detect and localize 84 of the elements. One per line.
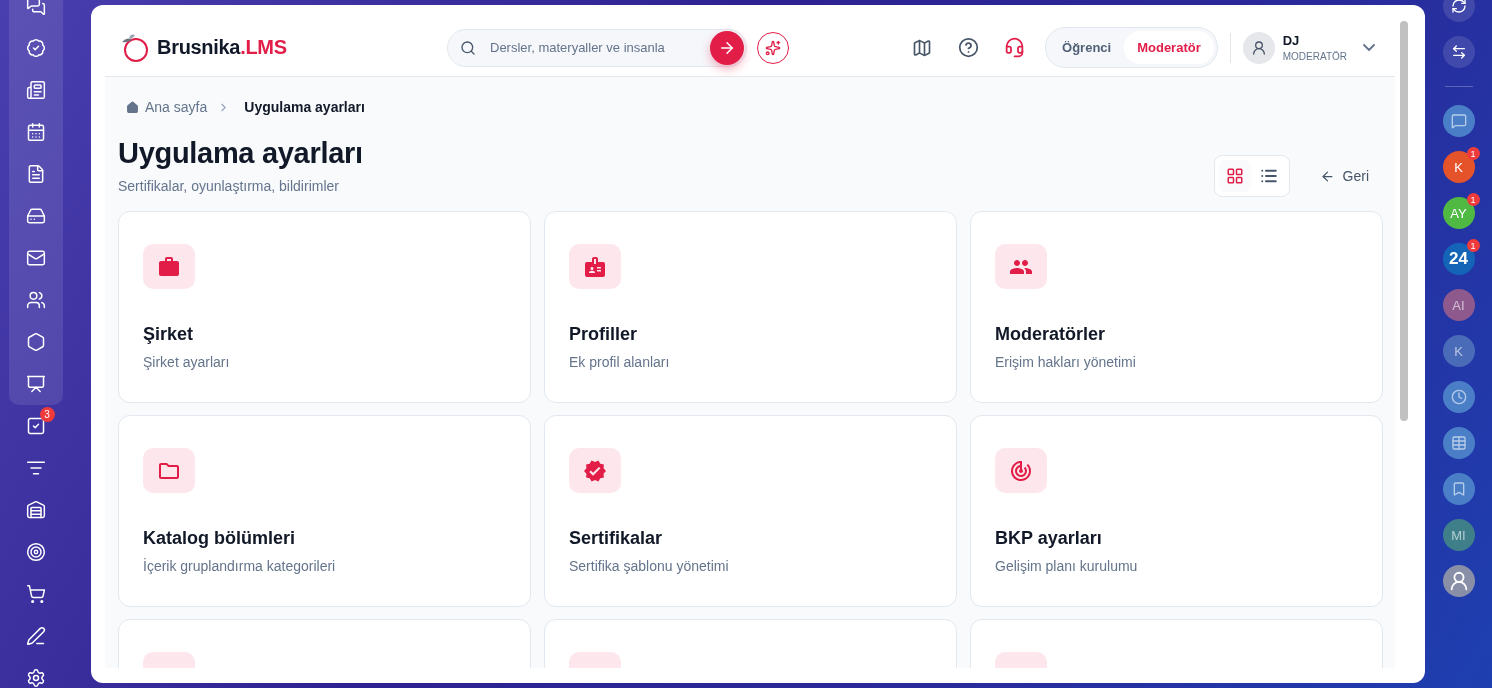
- card-description: Gelişim planı kurulumu: [995, 558, 1139, 574]
- briefcase-icon: [157, 254, 181, 279]
- count-badge: 1: [1466, 193, 1480, 206]
- user-avatar[interactable]: [1242, 31, 1275, 64]
- settings-card[interactable]: Sertifikalar Sertifika şablonu yönetimi: [544, 415, 957, 607]
- role-tab[interactable]: Öğrenci: [1049, 31, 1125, 64]
- rail-button[interactable]: [1442, 381, 1475, 413]
- scrollbar-thumb[interactable]: [1400, 21, 1408, 421]
- headset-icon: [1003, 37, 1025, 58]
- user-name: DJ: [1282, 33, 1301, 48]
- hexagon-icon: [25, 332, 46, 352]
- rail-button[interactable]: [1442, 473, 1475, 505]
- map-icon: [912, 37, 933, 58]
- list-icon: [1259, 167, 1278, 185]
- rail-button[interactable]: [1442, 36, 1475, 68]
- card-description: Sertifika şablonu yönetimi: [569, 558, 730, 574]
- settings-card[interactable]: Şirket Şirket ayarları: [118, 211, 531, 403]
- card-description: Erişim hakları yönetimi: [995, 354, 1137, 370]
- card-title: Profiller: [569, 324, 639, 345]
- count-badge: 1: [1466, 147, 1480, 160]
- count-badge: 3: [39, 407, 55, 422]
- swap-icon: [1450, 44, 1467, 60]
- user-avatar[interactable]: [1442, 565, 1475, 597]
- card-description: İçerik gruplandırma kategorileri: [143, 558, 337, 574]
- settings-card[interactable]: BKP ayarları Gelişim planı kurulumu: [970, 415, 1383, 607]
- help-icon: [957, 37, 979, 58]
- search-field[interactable]: Dersler, materyaller ve insanla: [488, 39, 698, 56]
- role-tab[interactable]: Moderatör: [1124, 31, 1214, 64]
- page-subtitle: Sertifikalar, oyunlaştırma, bildirimler: [118, 178, 340, 194]
- clock-icon: [1450, 389, 1467, 405]
- card-title: Moderatörler: [995, 324, 1107, 345]
- back-button[interactable]: Geri: [1313, 167, 1375, 185]
- search-bar[interactable]: Dersler, materyaller ve insanla: [447, 28, 747, 67]
- rail-button[interactable]: [1442, 0, 1475, 22]
- chevron-down-icon: [1363, 44, 1375, 51]
- id-badge-icon: [583, 254, 607, 279]
- page-title: Uygulama ayarları: [118, 137, 363, 170]
- user-role: MODERATÖR: [1282, 51, 1347, 62]
- person-icon: [1250, 39, 1267, 56]
- table-icon: [1450, 435, 1467, 451]
- drive-icon: [25, 206, 46, 226]
- settings-icon: [25, 668, 46, 688]
- ai-button[interactable]: [757, 31, 789, 64]
- target-icon: [25, 542, 46, 562]
- chat-icon: [1450, 113, 1467, 129]
- target-icon: [1009, 458, 1033, 483]
- calendar-icon: [25, 122, 46, 142]
- users-icon: [25, 290, 46, 310]
- mail-icon: [25, 248, 46, 268]
- settings-card[interactable]: Katalog bölümleri İçerik gruplandırma kategorileri: [118, 415, 531, 607]
- cart-icon: [25, 584, 46, 604]
- pen-icon: [25, 626, 46, 646]
- grid-view-button[interactable]: [1218, 160, 1251, 192]
- card-title: Katalog bölümleri: [143, 528, 296, 549]
- chat-icon: [25, 0, 46, 16]
- card-description: Şirket ayarları: [143, 354, 231, 370]
- verified-badge-icon: [583, 458, 607, 483]
- presentation-icon: [25, 374, 46, 394]
- sparkles-icon: [765, 39, 781, 56]
- card-title: BKP ayarları: [995, 528, 1103, 549]
- breadcrumb-link[interactable]: Ana sayfa: [126, 99, 208, 115]
- rail-button[interactable]: [1442, 105, 1475, 137]
- card-title: Şirket: [143, 324, 195, 345]
- count-badge: 1: [1466, 239, 1480, 252]
- rail-button[interactable]: [1442, 427, 1475, 459]
- home-icon: [126, 100, 139, 114]
- search-icon: [460, 39, 476, 56]
- search-submit-button[interactable]: [710, 30, 744, 65]
- brand-name: Brusnika.LMS: [157, 36, 287, 59]
- breadcrumb-current: Uygulama ayarları: [244, 99, 365, 115]
- funnel-icon: [25, 458, 46, 478]
- newspaper-icon: [25, 80, 46, 100]
- card-description: Ek profil alanları: [569, 354, 671, 370]
- warehouse-icon: [25, 500, 46, 520]
- badge-icon: [25, 38, 46, 58]
- settings-card[interactable]: Profiller Ek profil alanları: [544, 211, 957, 403]
- checkbox-icon: [25, 416, 46, 436]
- card-title: Sertifikalar: [569, 528, 664, 549]
- contact-avatar[interactable]: K: [1442, 335, 1475, 367]
- refresh-icon: [1450, 0, 1467, 14]
- settings-card[interactable]: Moderatörler Erişim hakları yönetimi: [970, 211, 1383, 403]
- rail-button[interactable]: 3: [14, 405, 57, 447]
- grid-icon: [1225, 167, 1244, 185]
- contact-avatar[interactable]: AI: [1442, 289, 1475, 321]
